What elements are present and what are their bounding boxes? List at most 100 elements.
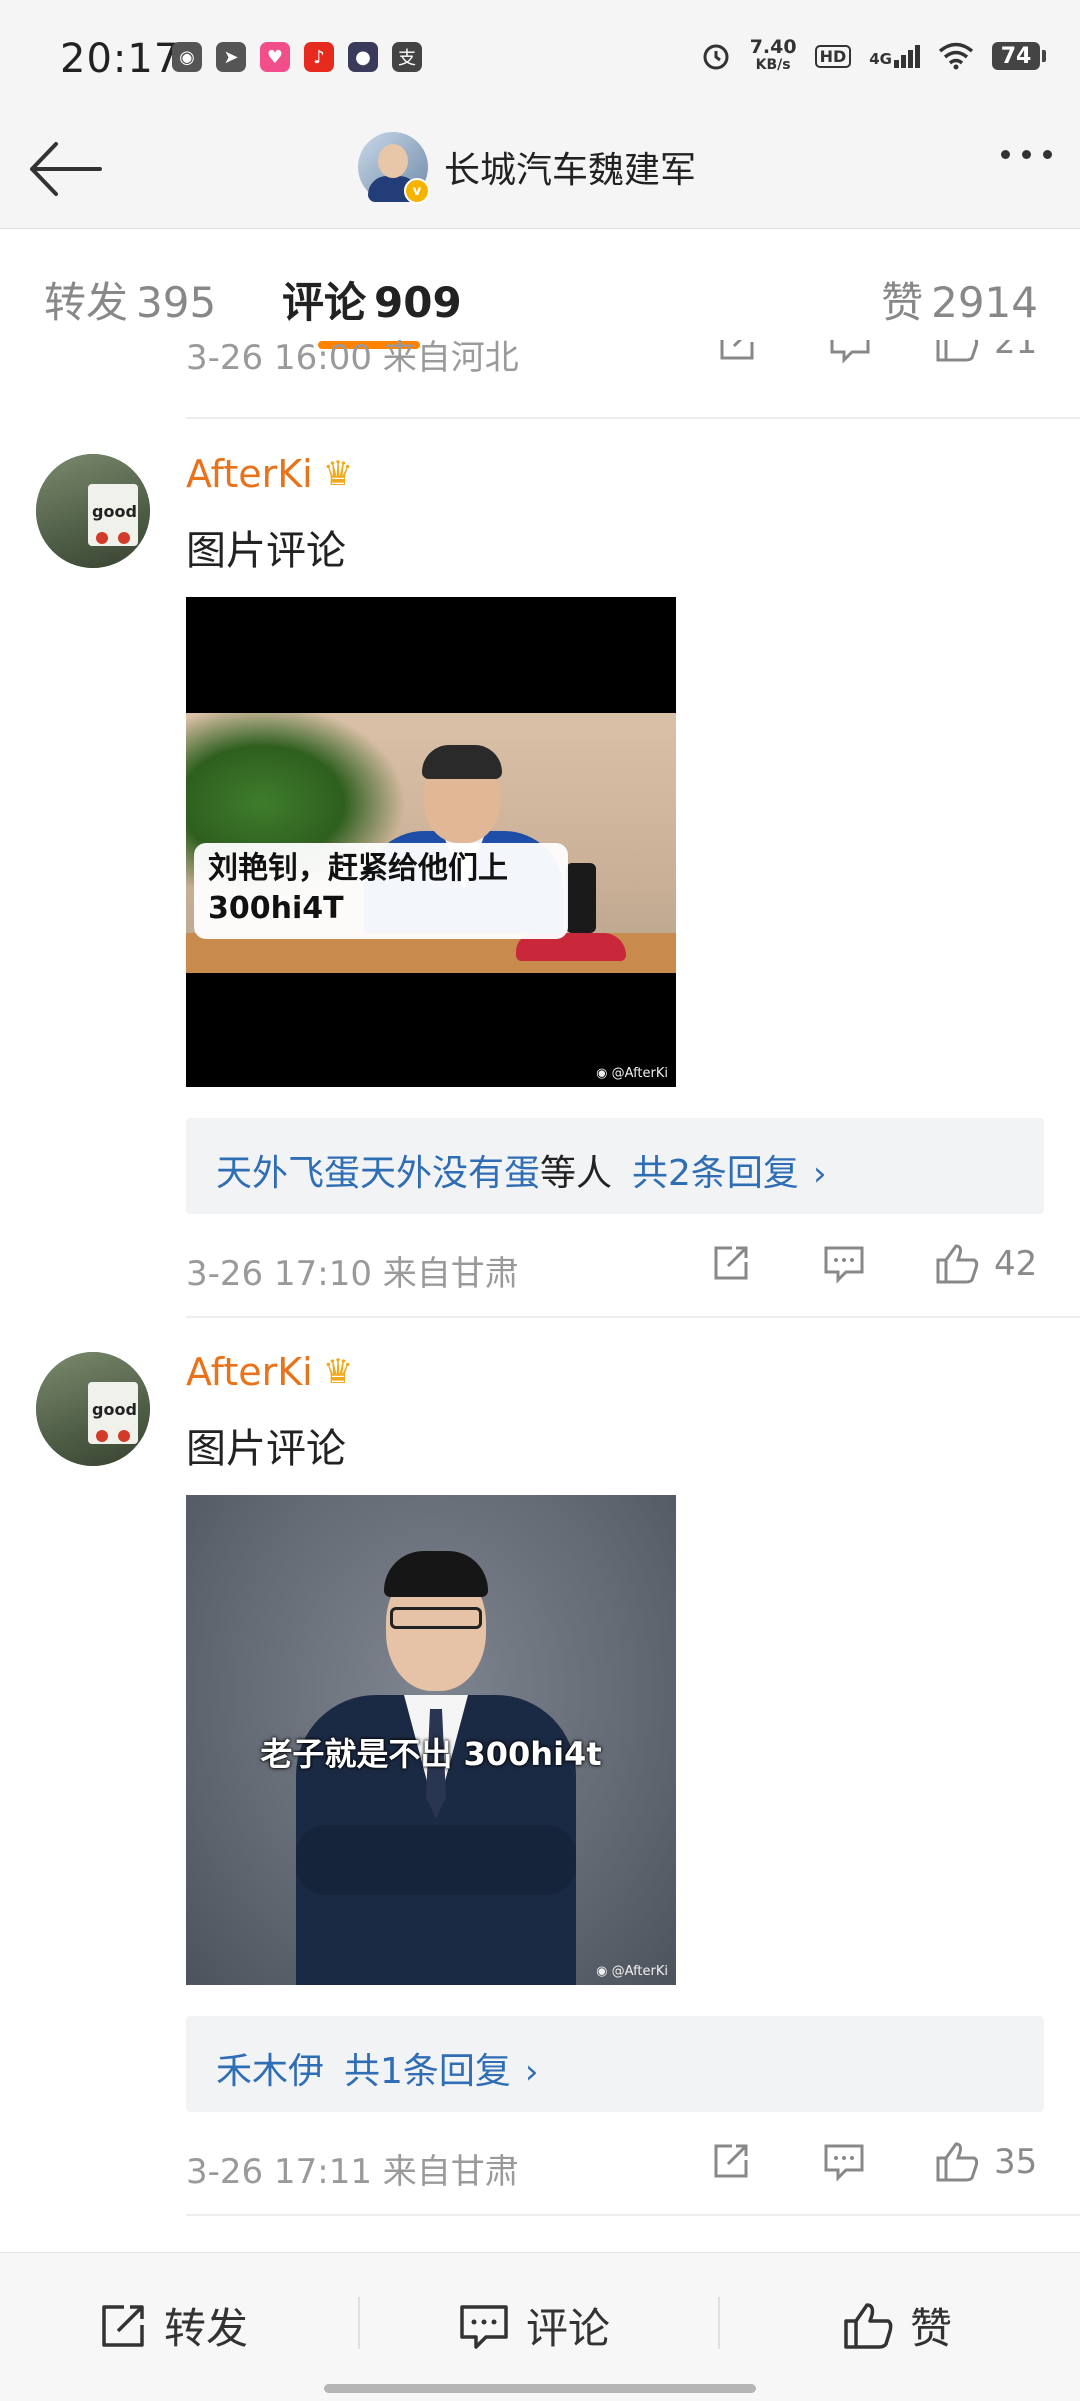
image-caption: 老子就是不出 300hi4t: [260, 1735, 602, 1773]
weibo-icon: ◉: [596, 1964, 608, 1979]
caption-line: 刘艳钊，赶紧给他们上: [208, 851, 508, 886]
hd-badge: HD: [814, 44, 852, 68]
comment-image[interactable]: 老子就是不出 300hi4t ◉ @AfterKi: [186, 1495, 676, 1985]
watermark-text: @AfterKi: [611, 1066, 668, 1081]
divider: [186, 417, 1080, 419]
image-watermark: ◉ @AfterKi: [596, 1964, 668, 1979]
comment-icon[interactable]: [828, 340, 872, 364]
replies-text: 禾木伊 共1条回复 ›: [216, 2042, 539, 2094]
replies-text: 天外飞蛋天外没有蛋等人 共2条回复 ›: [216, 1144, 827, 1196]
thumbs-up-icon: [936, 2142, 979, 2182]
username-text: AfterKi: [186, 1350, 313, 1394]
comment-icon: [460, 2304, 508, 2349]
status-bar: 20:17 ◉ ➤ ♥ ♪ ● 支 7.40 KB/s HD 4G 74: [0, 0, 1080, 110]
bottom-action-bar: 转发 评论 赞: [0, 2252, 1080, 2401]
username[interactable]: AfterKi ♛: [186, 1350, 353, 1394]
tab-label: 赞: [881, 278, 924, 327]
avatar-text: good: [92, 1400, 137, 1419]
wifi-icon: [938, 42, 974, 70]
reply-names[interactable]: 天外飞蛋天外没有蛋: [216, 1153, 540, 1194]
share-icon[interactable]: [710, 2140, 752, 2182]
avatar[interactable]: good: [36, 454, 150, 568]
tab-comment[interactable]: 评论 909: [282, 269, 462, 330]
alipay-icon: 支: [392, 42, 422, 72]
chevron-right-icon: ›: [524, 2052, 539, 2092]
like-button[interactable]: 21: [934, 340, 1037, 364]
prev-comment-meta: 3-26 16:00 来自河北 21: [186, 340, 1046, 390]
reply-count[interactable]: 共2条回复: [632, 1153, 799, 1194]
comment-text: 图片评论: [186, 528, 346, 574]
caption-line: 300hi4T: [208, 891, 344, 926]
reply-count[interactable]: 共1条回复: [344, 2051, 511, 2092]
app-red-icon: ♪: [304, 42, 334, 72]
tab-count: 395: [136, 278, 217, 327]
reply-names[interactable]: 禾木伊: [216, 2051, 324, 2092]
divider: [186, 1316, 1080, 1318]
thumbs-up-icon: [844, 2302, 893, 2349]
repost-label: 转发: [164, 2304, 249, 2353]
comment-time: 3-26 17:10 来自甘肃: [186, 1254, 519, 1294]
image-watermark: ◉ @AfterKi: [596, 1066, 668, 1081]
crown-icon: ♛: [322, 1352, 354, 1392]
share-icon[interactable]: [710, 1242, 752, 1284]
more-dot-icon: [1022, 150, 1031, 159]
comment-icon[interactable]: [822, 1242, 866, 1284]
like-button[interactable]: 赞: [842, 2295, 952, 2356]
replies-preview[interactable]: 禾木伊 共1条回复 ›: [186, 2016, 1044, 2112]
net-speed-unit: KB/s: [755, 57, 791, 73]
repost-button[interactable]: 转发: [98, 2295, 248, 2356]
top-nav-bar: v 长城汽车魏建军: [0, 110, 1080, 229]
back-button[interactable]: [26, 136, 106, 202]
home-indicator[interactable]: [324, 2384, 756, 2393]
comment-time: 3-26 17:11 来自甘肃: [186, 2152, 519, 2192]
header-title: 长城汽车魏建军: [444, 150, 697, 191]
chevron-right-icon: ›: [812, 1154, 827, 1194]
tab-label: 评论: [282, 278, 367, 327]
username[interactable]: AfterKi ♛: [186, 452, 353, 496]
comment-text: 图片评论: [186, 1426, 346, 1472]
telegram-icon: ➤: [216, 42, 246, 72]
status-time: 20:17: [60, 36, 181, 82]
username-text: AfterKi: [186, 452, 313, 496]
image-caption: 刘艳钊，赶紧给他们上 300hi4T: [208, 849, 568, 929]
thumbs-up-icon: [936, 340, 979, 362]
header-user[interactable]: v 长城汽车魏建军: [358, 132, 697, 204]
tab-count: 2914: [931, 278, 1038, 327]
divider: [186, 2214, 1080, 2216]
comment-meta: 3-26 17:10 来自甘肃 42: [186, 1238, 1044, 1298]
status-app-icons: ◉ ➤ ♥ ♪ ● 支: [172, 42, 422, 72]
status-right: 7.40 KB/s HD 4G 74: [700, 38, 1046, 74]
tab-repost[interactable]: 转发 395: [44, 269, 216, 330]
more-options-button[interactable]: [1001, 150, 1052, 159]
battery-icon: 74: [992, 42, 1046, 70]
replies-preview[interactable]: 天外飞蛋天外没有蛋等人 共2条回复 ›: [186, 1118, 1044, 1214]
like-count: 21: [994, 340, 1038, 362]
crown-icon: ♛: [322, 454, 354, 494]
app-pink-icon: ♥: [260, 42, 290, 72]
share-icon: [102, 2304, 144, 2347]
comment-image[interactable]: 刘艳钊，赶紧给他们上 300hi4T ◉ @AfterKi: [186, 597, 676, 1087]
more-dot-icon: [1001, 150, 1010, 159]
header-avatar[interactable]: v: [358, 132, 430, 204]
tab-like[interactable]: 赞 2914: [881, 269, 1038, 330]
comment-time: 3-26 16:00 来自河北: [186, 340, 519, 378]
separator: [358, 2297, 360, 2349]
comment-label: 评论: [526, 2304, 611, 2353]
net-speed: 7.40 KB/s: [750, 38, 797, 74]
back-arrow-icon: [30, 142, 102, 196]
weibo-icon: ◉: [596, 1066, 608, 1081]
like-count: 35: [994, 2142, 1038, 2182]
alarm-icon: [703, 44, 729, 70]
more-dot-icon: [1043, 150, 1052, 159]
tab-label: 转发: [44, 278, 129, 327]
thumbs-up-icon: [936, 1244, 979, 1284]
comment-icon[interactable]: [822, 2140, 866, 2182]
share-icon[interactable]: [716, 340, 758, 364]
avatar[interactable]: good: [36, 1352, 150, 1466]
watermark-text: @AfterKi: [611, 1964, 668, 1979]
like-label: 赞: [910, 2304, 953, 2353]
like-button[interactable]: 42: [934, 1242, 1037, 1286]
like-button[interactable]: 35: [934, 2140, 1037, 2184]
signal-icon: 4G: [869, 44, 920, 68]
comment-button[interactable]: 评论: [458, 2295, 610, 2356]
